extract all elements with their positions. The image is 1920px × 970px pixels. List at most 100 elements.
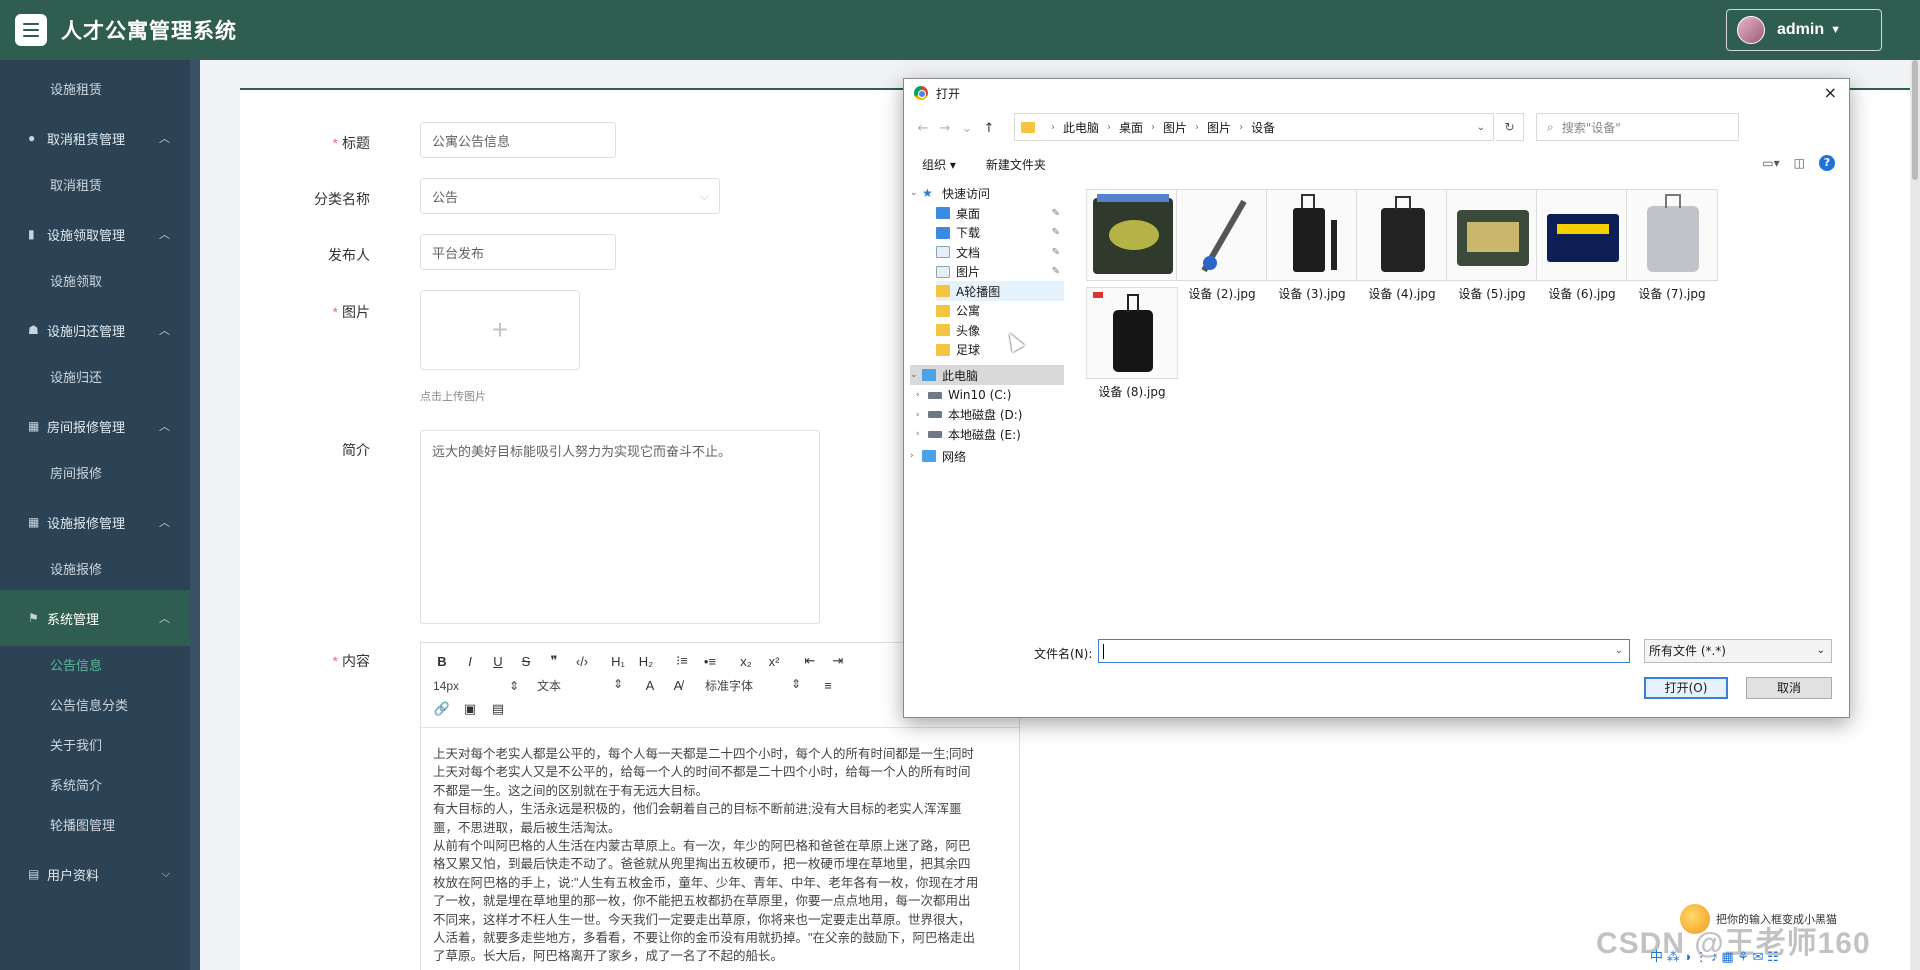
file-item[interactable]: 设备 (4).jpg [1352, 189, 1452, 302]
tree-item[interactable]: › 网络 [910, 446, 1064, 466]
block-type-select[interactable]: 文本 ⇕ [537, 677, 623, 694]
superscript-icon[interactable]: x² [765, 654, 783, 669]
search-input[interactable]: ⌕ 搜索"设备" [1536, 113, 1739, 141]
intro-textarea[interactable]: 远大的美好目标能吸引人努力为实现它而奋斗不止。 [420, 430, 820, 624]
bg-color-icon[interactable]: A̸ [669, 678, 687, 693]
bullet-list-icon[interactable]: •≡ [701, 654, 719, 669]
chevron-down-icon[interactable]: ⌄ [1615, 645, 1623, 656]
chevron-right-icon[interactable]: › [916, 390, 928, 400]
menu-toggle-button[interactable] [15, 14, 47, 46]
file-item[interactable]: 设备 (6).jpg [1532, 189, 1632, 302]
sidebar-group[interactable]: ▮ 设施领取管理 ︿ [0, 206, 200, 262]
sidebar-item[interactable]: 公告信息 [0, 646, 200, 686]
address-bar[interactable]: › 此电脑 › 桌面 › 图片 › 图片 › 设备 ⌄ [1014, 113, 1494, 141]
sidebar-item[interactable]: 设施租赁 [0, 70, 200, 110]
image-upload-button[interactable]: + [420, 290, 580, 370]
sidebar-group[interactable]: ▤ 用户资料 ⌵ [0, 846, 200, 902]
sidebar-item[interactable]: 系统简介 [0, 766, 200, 806]
file-item[interactable]: 设备 (8).jpg [1082, 287, 1182, 400]
tree-item[interactable]: › 本地磁盘 (D:) [916, 405, 1064, 425]
tree-item[interactable]: ⌄ ★ 快速访问 [910, 183, 1064, 203]
file-item[interactable]: 设备 (7).jpg [1622, 189, 1722, 302]
sidebar-group[interactable]: ▦ 设施报修管理 ︿ [0, 494, 200, 550]
chevron-down-icon[interactable]: ⌄ [910, 370, 922, 380]
breadcrumb-item[interactable]: 图片 [1207, 119, 1231, 136]
close-icon[interactable]: × [1824, 83, 1837, 102]
h2-icon[interactable]: H₂ [637, 654, 655, 669]
sidebar-item[interactable]: 取消租赁 [0, 166, 200, 206]
file-item[interactable]: 设备 (3).jpg [1262, 189, 1362, 302]
scrollbar-thumb[interactable] [1912, 60, 1918, 180]
forward-arrow-icon[interactable]: → [934, 121, 956, 136]
italic-icon[interactable]: I [461, 654, 479, 669]
page-scrollbar[interactable] [1910, 60, 1920, 970]
breadcrumb-item[interactable]: 设备 [1251, 119, 1275, 136]
preview-pane-icon[interactable]: ◫ [1794, 156, 1805, 170]
user-menu[interactable]: admin ▼ [1726, 9, 1882, 51]
filetype-select[interactable]: 所有文件 (*.*) ⌄ [1644, 639, 1832, 663]
sidebar-item[interactable]: 设施报修 [0, 550, 200, 590]
chevron-down-icon[interactable]: ⌄ [1477, 122, 1485, 133]
cancel-button[interactable]: 取消 [1746, 677, 1832, 699]
tree-item[interactable]: ⌄ 此电脑 [910, 365, 1064, 385]
publisher-input[interactable]: 平台发布 [420, 234, 616, 270]
open-button[interactable]: 打开(O) [1644, 677, 1728, 699]
breadcrumb-item[interactable]: 桌面 [1119, 119, 1143, 136]
strikethrough-icon[interactable]: S [517, 654, 535, 669]
h1-icon[interactable]: H₁ [609, 654, 627, 669]
sidebar-group[interactable]: ☗ 设施归还管理 ︿ [0, 302, 200, 358]
tree-item[interactable]: 足球 [936, 340, 1064, 360]
sidebar-group[interactable]: ⚑ 系统管理 ︿ [0, 590, 200, 646]
sidebar-item[interactable]: 关于我们 [0, 726, 200, 766]
sidebar-item[interactable]: 轮播图管理 [0, 806, 200, 846]
chevron-right-icon[interactable]: › [910, 451, 922, 461]
view-mode-icon[interactable]: ▭▾ [1762, 156, 1779, 170]
sidebar-group[interactable]: ● 取消租赁管理 ︿ [0, 110, 200, 166]
tree-item[interactable]: 桌面 ✎ [936, 203, 1064, 223]
code-icon[interactable]: ‹/› [573, 654, 591, 669]
chevron-down-icon[interactable]: ⌄ [910, 188, 922, 198]
category-select[interactable]: 公告 ⌵ [420, 178, 720, 214]
recent-dropdown-icon[interactable]: ⌄ [956, 121, 978, 136]
breadcrumb-item[interactable]: 此电脑 [1063, 119, 1099, 136]
tree-item[interactable]: 图片 ✎ [936, 262, 1064, 282]
subscript-icon[interactable]: x₂ [737, 654, 755, 669]
tree-item[interactable]: 文档 ✎ [936, 242, 1064, 262]
filename-input[interactable]: ⌄ [1098, 639, 1630, 663]
refresh-button[interactable]: ↻ [1496, 113, 1524, 141]
title-input[interactable]: 公寓公告信息 [420, 122, 616, 158]
tree-item[interactable]: 头像 [936, 320, 1064, 340]
editor-body[interactable]: 上天对每个老实人都是公平的，每个人每一天都是二十四个小时，每个人的所有时间都是一… [433, 745, 1008, 966]
sidebar-item[interactable]: 公告信息分类 [0, 686, 200, 726]
link-icon[interactable]: 🔗 [433, 701, 451, 717]
tree-item[interactable]: › 本地磁盘 (E:) [916, 424, 1064, 444]
font-color-icon[interactable]: A [641, 678, 659, 693]
underline-icon[interactable]: U [489, 654, 507, 669]
tree-item[interactable]: 公寓 [936, 301, 1064, 321]
quote-icon[interactable]: ❞ [545, 653, 563, 669]
indent-icon[interactable]: ⇥ [829, 653, 847, 669]
file-item[interactable]: 设备 (2).jpg [1172, 189, 1272, 302]
file-item[interactable]: 设备 (5).jpg [1442, 189, 1542, 302]
organize-button[interactable]: 组织 ▾ [922, 156, 956, 173]
file-item[interactable]: 设备 (1).jpg [1082, 189, 1182, 302]
tree-item[interactable]: A轮播图 [936, 281, 1064, 301]
help-icon[interactable]: ? [1819, 155, 1835, 171]
image-icon[interactable]: ▣ [461, 701, 479, 717]
ime-toolbar[interactable]: 中 ⁂ ◑ ⋮ ♪ ▦ ⚘ ✉ ☷ [1650, 946, 1779, 965]
ordered-list-icon[interactable]: ⁝≡ [673, 653, 691, 669]
tree-item[interactable]: › Win10 (C:) [916, 385, 1064, 405]
sidebar-item[interactable]: 房间报修 [0, 454, 200, 494]
tree-item[interactable]: 下载 ✎ [936, 223, 1064, 243]
bold-icon[interactable]: B [433, 654, 451, 669]
align-icon[interactable]: ≡ [819, 678, 837, 693]
new-folder-button[interactable]: 新建文件夹 [986, 156, 1046, 173]
chevron-right-icon[interactable]: › [916, 429, 928, 439]
outdent-icon[interactable]: ⇤ [801, 653, 819, 669]
sidebar-item[interactable]: 设施归还 [0, 358, 200, 398]
sidebar-item[interactable]: 设施领取 [0, 262, 200, 302]
font-size-select[interactable]: 14px ⇕ [433, 679, 519, 693]
video-icon[interactable]: ▤ [489, 701, 507, 717]
font-family-select[interactable]: 标准字体 ⇕ [705, 677, 801, 694]
sidebar-group[interactable]: ▦ 房间报修管理 ︿ [0, 398, 200, 454]
